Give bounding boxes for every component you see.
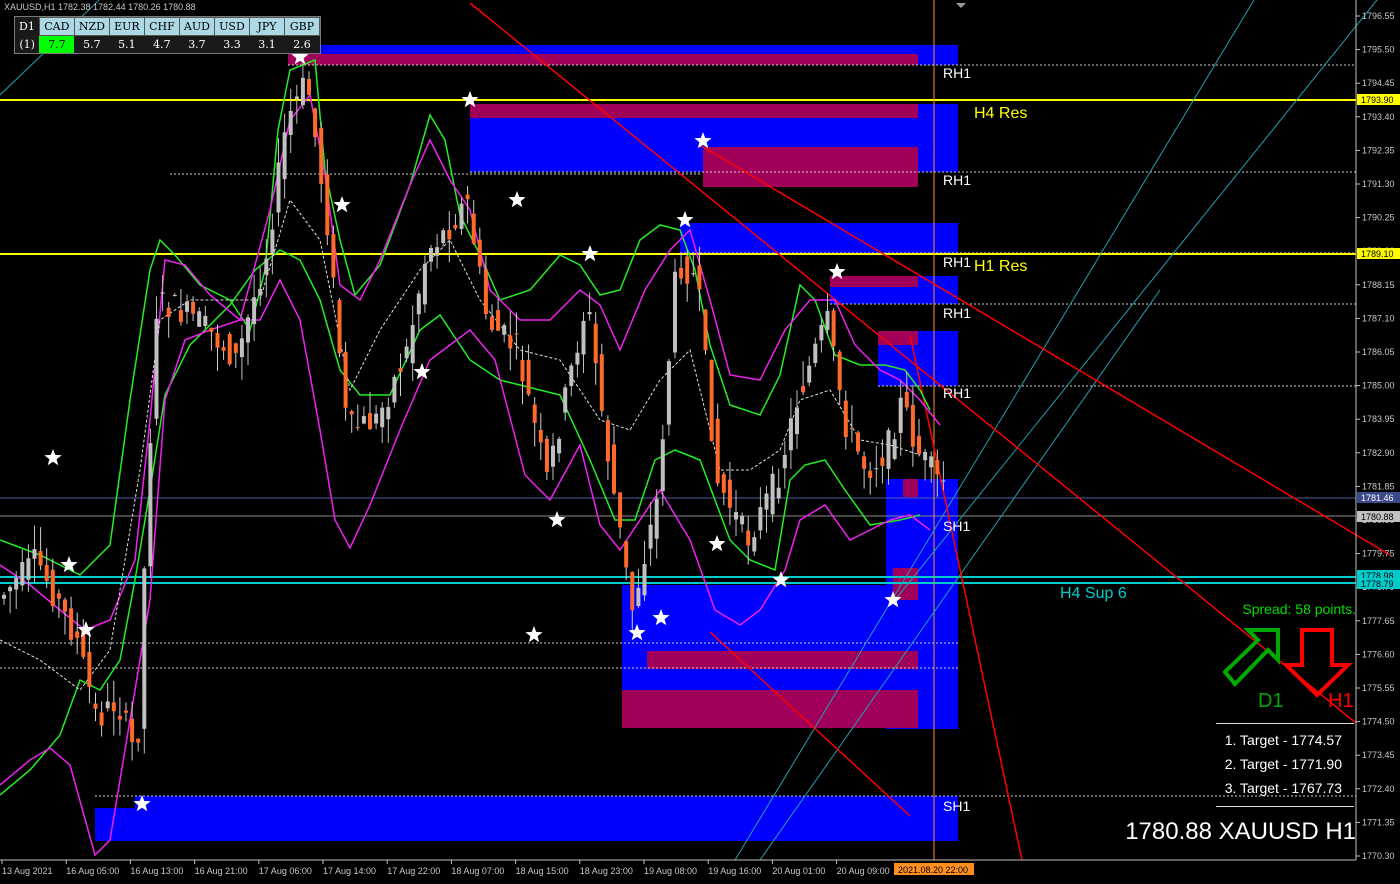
h1-direction-arrow	[1281, 628, 1353, 698]
price-tick: 1786.05	[1362, 347, 1395, 357]
price-tick: 1788.15	[1362, 280, 1395, 290]
time-tick: 19 Aug 08:00	[644, 866, 697, 876]
d1-label: D1	[1258, 690, 1284, 712]
time-tick: 18 Aug 07:00	[451, 866, 504, 876]
time-tick: 20 Aug 09:00	[837, 866, 890, 876]
price-tick: 1792.35	[1362, 145, 1395, 155]
time-tick: 20 Aug 01:00	[772, 866, 825, 876]
price-tick: 1787.10	[1362, 313, 1395, 323]
time-tick: 17 Aug 22:00	[387, 866, 440, 876]
targets-divider-top	[1216, 723, 1354, 724]
strength-value: 3.3	[223, 38, 241, 51]
price-tick: 1773.45	[1362, 750, 1395, 760]
strength-value: 3.7	[188, 38, 206, 51]
rh1-label: RH1	[943, 305, 971, 321]
strength-value: 7.7	[39, 35, 75, 53]
price-tick: 1782.90	[1362, 448, 1395, 458]
currency-cad: CAD	[38, 17, 75, 36]
scroll-marker[interactable]	[956, 3, 966, 8]
target-3: 3. Target - 1767.73	[1224, 780, 1342, 796]
strength-timeframe: D1	[19, 20, 35, 33]
time-tick: 18 Aug 15:00	[516, 866, 569, 876]
h4-res-label: H4 Res	[974, 105, 1027, 122]
currency-gbp: GBP	[283, 17, 320, 36]
price-tick: 1796.55	[1362, 11, 1395, 21]
targets-divider-bottom	[1216, 806, 1354, 807]
target-1: 1. Target - 1774.57	[1224, 732, 1342, 748]
price-axis: 1796.55 1795.50 1794.45 1793.40 1792.35 1791.…	[1355, 0, 1400, 861]
svg-text:2021.08.20 22:00: 2021.08.20 22:00	[898, 865, 968, 875]
price-tick: 1783.95	[1362, 414, 1395, 424]
price-tick: 1774.50	[1362, 717, 1395, 727]
rh1-label: RH1	[943, 385, 971, 401]
time-tick: 16 Aug 05:00	[66, 866, 119, 876]
strength-value: 2.6	[293, 38, 311, 51]
price-tick: 1775.55	[1362, 683, 1395, 693]
currency-aud: AUD	[178, 17, 215, 36]
price-tick: 1795.50	[1362, 45, 1395, 55]
price-tick: 1776.60	[1362, 649, 1395, 659]
price-tick: 1793.40	[1362, 112, 1395, 122]
price-tick: 1770.30	[1362, 851, 1395, 861]
price-tick: 1791.30	[1362, 179, 1395, 189]
price-tag: 1781.46	[1361, 493, 1394, 503]
price-tick: 1771.35	[1362, 817, 1395, 827]
strength-value: 3.1	[258, 38, 276, 51]
strength-row-label: (1)	[19, 37, 35, 51]
price-tick: 1779.75	[1362, 549, 1395, 559]
rh1-label: RH1	[943, 172, 971, 188]
price-tag: 1793.90	[1361, 95, 1394, 105]
price-tick: 1772.40	[1362, 784, 1395, 794]
zones	[95, 45, 958, 841]
price-tag: 1780.88	[1361, 512, 1394, 522]
price-tick: 1790.25	[1362, 213, 1395, 223]
currency-jpy: JPY	[248, 17, 285, 36]
spread-text: Spread: 58 points.	[1242, 601, 1356, 617]
time-axis: 13 Aug 2021 16 Aug 05:00 16 Aug 13:00 16 Au…	[0, 859, 1356, 876]
strength-value: 4.7	[153, 38, 171, 51]
price-tick: 1785.00	[1362, 381, 1395, 391]
price-tag: 1789.10	[1361, 249, 1394, 259]
fractal-star	[525, 626, 543, 643]
price-tag: 1778.79	[1361, 579, 1394, 589]
fractal-star	[581, 245, 599, 262]
price-symbol-label: 1780.88 XAUUSD H1	[1125, 818, 1356, 845]
currency-strength-panel: D1 CAD NZD EUR CHF AUD USD JPY GBP (1) 7…	[14, 16, 321, 54]
h1-res-label: H1 Res	[974, 258, 1027, 275]
currency-eur: EUR	[108, 17, 145, 36]
level-labels: H4 Res H1 Res H4 Sup 6 RH1 RH1 RH1 RH1 RH1 SH…	[943, 65, 1127, 814]
time-tick: 19 Aug 16:00	[708, 866, 761, 876]
fractal-star	[333, 196, 351, 213]
h1-label: H1	[1328, 690, 1354, 712]
sh1-label: SH1	[943, 518, 970, 534]
target-2: 2. Target - 1771.90	[1224, 756, 1342, 772]
strength-value: 5.1	[118, 38, 136, 51]
currency-nzd: NZD	[73, 17, 110, 36]
time-tick: 17 Aug 06:00	[259, 866, 312, 876]
time-tick: 13 Aug 2021	[2, 866, 53, 876]
fractal-star	[548, 511, 566, 528]
currency-chf: CHF	[143, 17, 180, 36]
price-chart[interactable]: 1796.55 1795.50 1794.45 1793.40 1792.35 1791.…	[0, 0, 1400, 884]
time-tick: 17 Aug 14:00	[323, 866, 376, 876]
price-tick: 1794.45	[1362, 78, 1395, 88]
time-tick: 18 Aug 23:00	[580, 866, 633, 876]
fractal-star	[44, 449, 62, 466]
fractal-star	[77, 621, 95, 638]
rh1-label: RH1	[943, 65, 971, 81]
h4-sup-label: H4 Sup 6	[1060, 585, 1127, 602]
sh1-label: SH1	[943, 798, 970, 814]
time-tick: 16 Aug 21:00	[195, 866, 248, 876]
currency-usd: USD	[213, 17, 250, 36]
fractal-star	[708, 535, 726, 552]
strength-value: 5.7	[83, 38, 101, 51]
time-tick: 16 Aug 13:00	[130, 866, 183, 876]
rh1-label: RH1	[943, 254, 971, 270]
price-tick: 1777.65	[1362, 616, 1395, 626]
price-tick: 1781.85	[1362, 481, 1395, 491]
fractal-star	[508, 191, 526, 208]
window-title: XAUUSD,H1 1782.38 1782.44 1780.26 1780.8…	[4, 2, 196, 12]
